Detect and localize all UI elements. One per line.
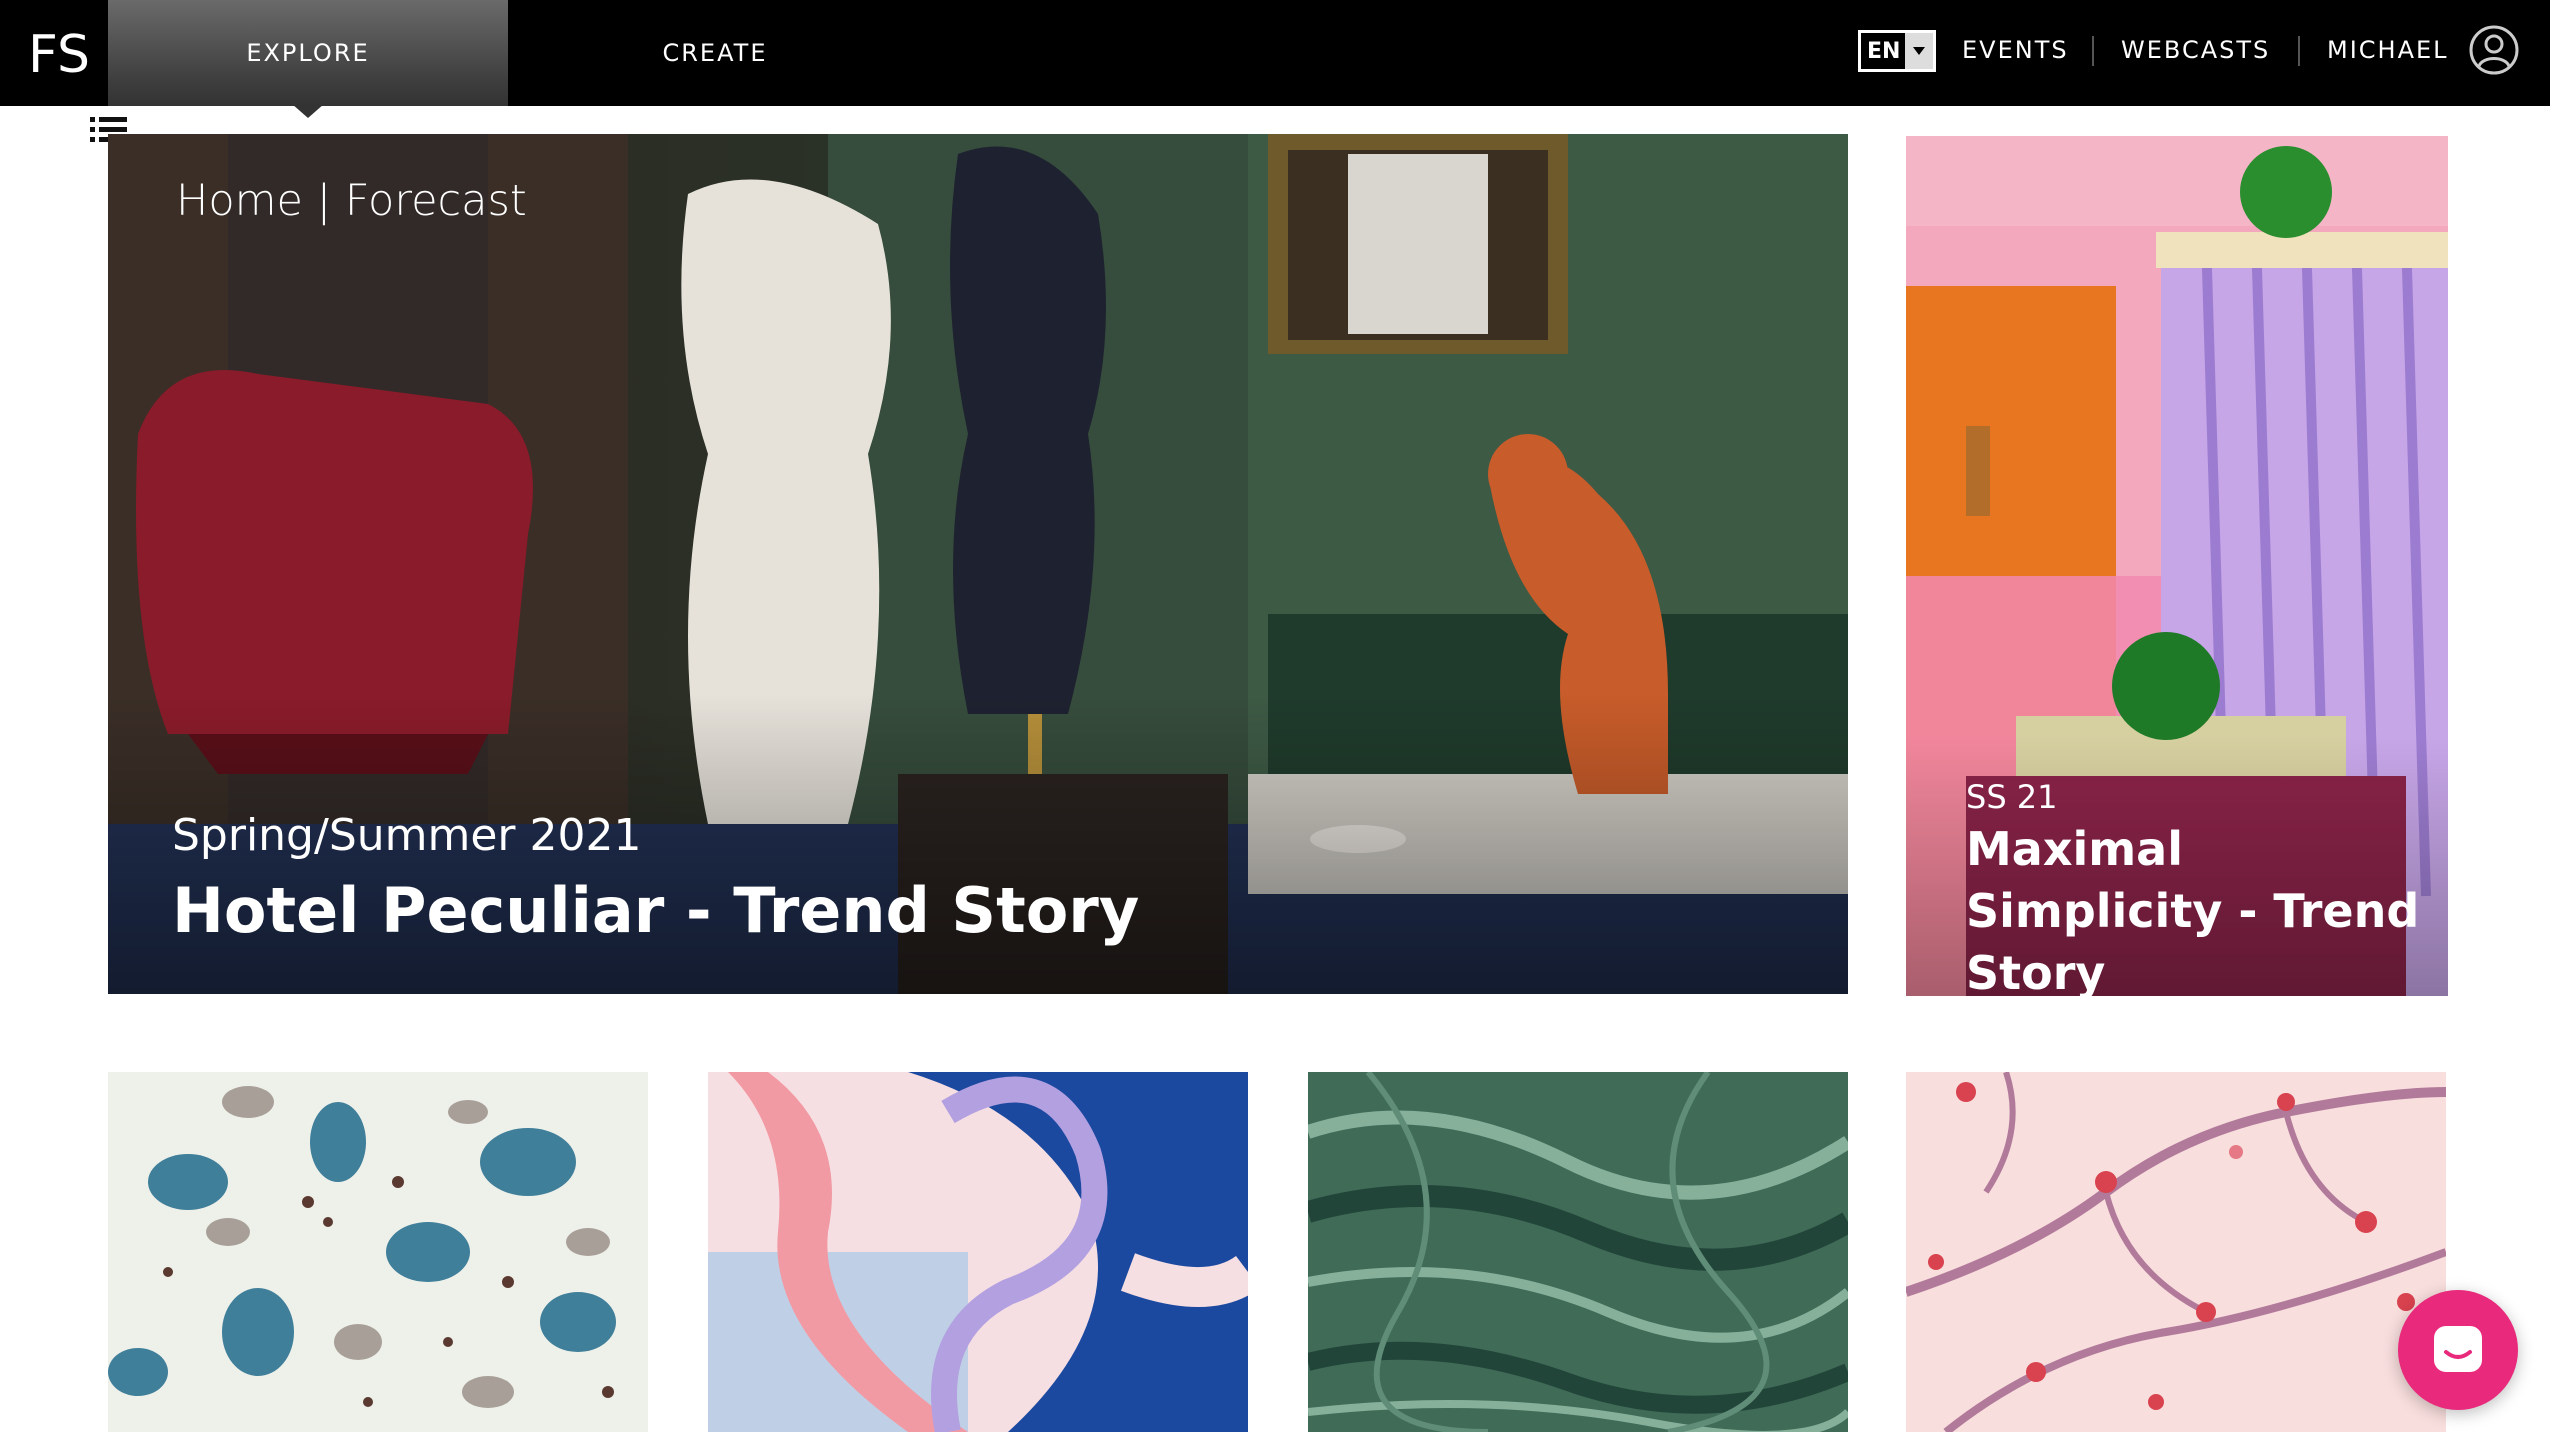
side-card-title[interactable]: Maximal Simplicity - Trend Story xyxy=(1966,818,2436,996)
language-value: EN xyxy=(1867,38,1901,64)
tab-explore-label: EXPLORE xyxy=(246,39,370,67)
blossom-pattern-image xyxy=(1906,1072,2446,1432)
pattern-tile-terrazzo[interactable] xyxy=(108,1072,648,1432)
hero-title[interactable]: Hotel Peculiar - Trend Story xyxy=(172,874,1139,947)
user-menu-link[interactable]: MICHAEL xyxy=(2327,0,2449,100)
ribbon-pattern-image xyxy=(708,1072,1248,1432)
fs-logo[interactable]: FS xyxy=(26,24,106,85)
breadcrumb: Home | Forecast xyxy=(176,176,527,226)
side-feature-card[interactable]: SS 21 Maximal Simplicity - Trend Story xyxy=(1906,136,2448,996)
marble-pattern-image xyxy=(1308,1072,1848,1432)
pattern-tile-blossom[interactable] xyxy=(1906,1072,2446,1432)
webcasts-link[interactable]: WEBCASTS xyxy=(2121,0,2270,100)
breadcrumb-separator: | xyxy=(316,176,332,226)
events-link[interactable]: EVENTS xyxy=(1962,0,2069,100)
hero-season-label: Spring/Summer 2021 xyxy=(172,810,642,861)
hero-image xyxy=(108,134,1848,994)
nav-divider xyxy=(2298,36,2300,66)
breadcrumb-current[interactable]: Forecast xyxy=(345,176,527,226)
chevron-down-icon xyxy=(1905,33,1933,69)
active-tab-caret xyxy=(292,104,324,118)
terrazzo-pattern-image xyxy=(108,1086,616,1408)
nav-divider xyxy=(2092,36,2094,66)
fs-logo-icon: FS xyxy=(28,25,90,85)
user-circle-icon[interactable] xyxy=(2468,24,2520,76)
tab-create-label: CREATE xyxy=(662,39,768,67)
side-card-season-label: SS 21 xyxy=(1966,778,2058,816)
top-navigation-bar: FS EXPLORE CREATE EN EVENTS WEBCASTS MIC… xyxy=(0,0,2550,106)
chat-button[interactable] xyxy=(2398,1290,2518,1410)
pattern-tile-marble[interactable] xyxy=(1308,1072,1848,1432)
chat-icon xyxy=(2434,1326,2482,1372)
breadcrumb-home[interactable]: Home xyxy=(176,176,303,226)
hero-feature-card[interactable]: Home | Forecast Spring/Summer 2021 Hotel… xyxy=(108,134,1848,994)
tab-explore[interactable]: EXPLORE xyxy=(108,0,508,106)
tab-create[interactable]: CREATE xyxy=(515,0,915,106)
language-select[interactable]: EN xyxy=(1858,30,1936,72)
pattern-tile-ribbons[interactable] xyxy=(708,1072,1248,1432)
svg-text:FS: FS xyxy=(28,25,90,80)
